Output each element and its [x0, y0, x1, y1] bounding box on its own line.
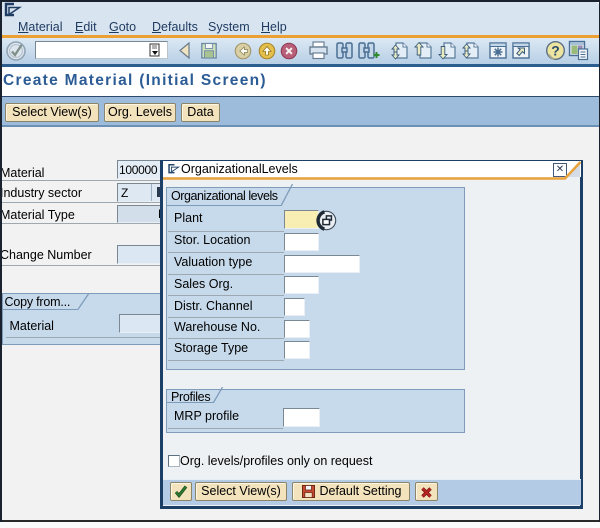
svg-text:?: ? — [551, 43, 560, 59]
